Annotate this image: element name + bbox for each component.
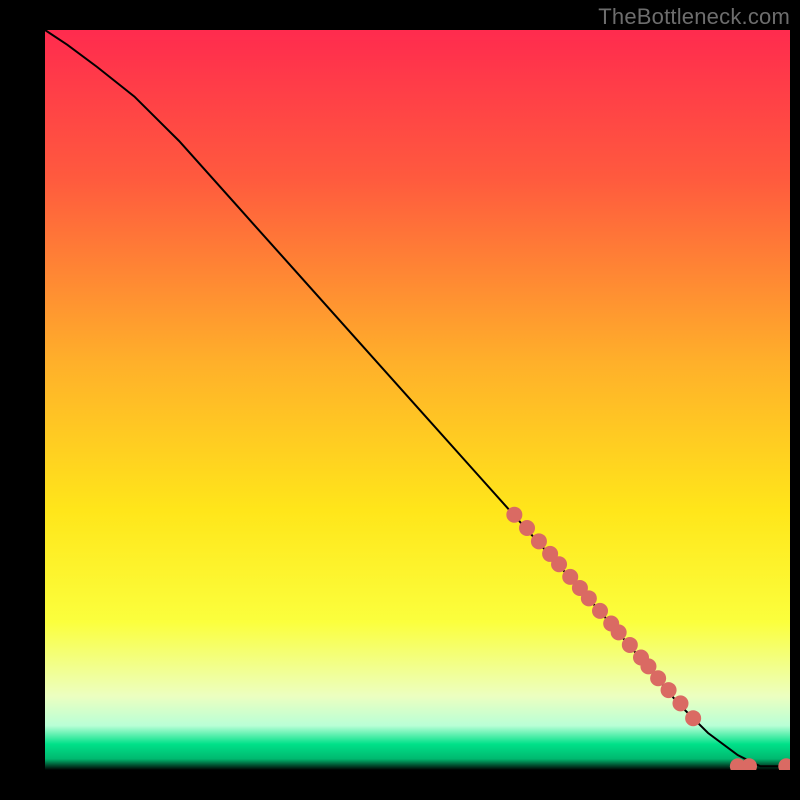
data-dot [672, 695, 688, 711]
data-dot [592, 603, 608, 619]
data-dot [519, 520, 535, 536]
data-dot [622, 637, 638, 653]
watermark-text: TheBottleneck.com [598, 4, 790, 30]
data-dot [611, 624, 627, 640]
chart-svg [45, 30, 790, 770]
gradient-background [45, 30, 790, 770]
plot-area [45, 30, 790, 770]
chart-frame: TheBottleneck.com [0, 0, 800, 800]
data-dot [551, 556, 567, 572]
data-dot [661, 682, 677, 698]
data-dot [531, 533, 547, 549]
data-dot [581, 590, 597, 606]
data-dot [506, 507, 522, 523]
data-dot [685, 710, 701, 726]
